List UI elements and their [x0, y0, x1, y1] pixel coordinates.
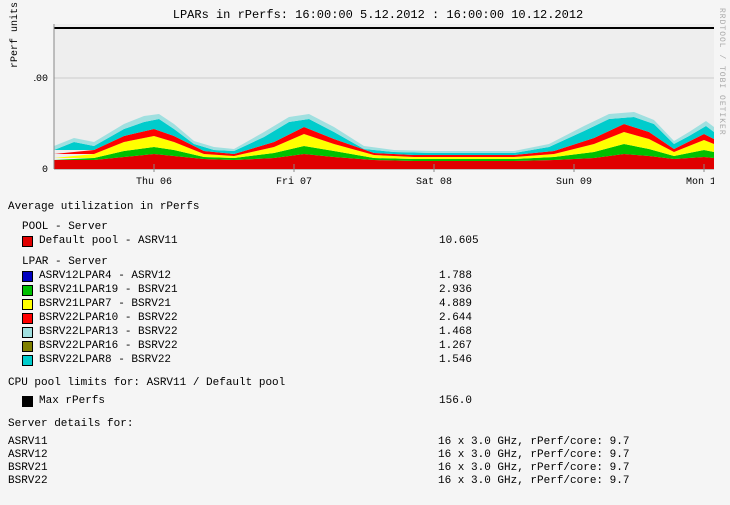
watermark: RRDTOOL / TOBI OETIKER: [717, 8, 726, 136]
server-row: ASRV1116 x 3.0 GHz, rPerf/core: 9.7: [8, 436, 722, 448]
legend-swatch: [22, 341, 33, 352]
lpar-row: BSRV21LPAR7 - BSRV214.889: [22, 298, 722, 311]
x-tick: Sat 08: [416, 177, 452, 188]
legend-value: 1.267: [439, 340, 519, 353]
server-name: BSRV21: [8, 462, 438, 474]
avg-util-header: Average utilization in rPerfs: [8, 201, 722, 213]
y-axis-label: rPerf units: [10, 2, 21, 68]
legend-label: Default pool - ASRV11: [39, 235, 439, 248]
chart-plot: 0 100 Thu 06 Fri 07 Sat 08 Sun 09 Mon 10: [34, 24, 714, 189]
y-tick: 0: [42, 165, 48, 176]
legend-swatch: [22, 271, 33, 282]
legend-value: 4.889: [439, 298, 519, 311]
lpar-row: BSRV22LPAR10 - BSRV222.644: [22, 312, 722, 325]
server-row: ASRV1216 x 3.0 GHz, rPerf/core: 9.7: [8, 449, 722, 461]
legend-value: 1.788: [439, 270, 519, 283]
legend-swatch: [22, 236, 33, 247]
legend-swatch: [22, 396, 33, 407]
legend-label: Max rPerfs: [39, 395, 439, 408]
legend-label: BSRV22LPAR10 - BSRV22: [39, 312, 439, 325]
legend-value: 2.644: [439, 312, 519, 325]
server-row: BSRV2216 x 3.0 GHz, rPerf/core: 9.7: [8, 475, 722, 487]
lpar-row: BSRV22LPAR8 - BSRV221.546: [22, 354, 722, 367]
legend-label: BSRV22LPAR8 - BSRV22: [39, 354, 439, 367]
y-tick: 100: [34, 74, 48, 85]
server-spec: 16 x 3.0 GHz, rPerf/core: 9.7: [438, 449, 629, 461]
legend-swatch: [22, 327, 33, 338]
lpar-row: BSRV22LPAR16 - BSRV221.267: [22, 340, 722, 353]
legend-value: 1.468: [439, 326, 519, 339]
server-spec: 16 x 3.0 GHz, rPerf/core: 9.7: [438, 436, 629, 448]
legend-swatch: [22, 355, 33, 366]
legend-label: BSRV21LPAR19 - BSRV21: [39, 284, 439, 297]
legend-value: 2.936: [439, 284, 519, 297]
legend-label: ASRV12LPAR4 - ASRV12: [39, 270, 439, 283]
server-name: BSRV22: [8, 475, 438, 487]
legend-label: BSRV21LPAR7 - BSRV21: [39, 298, 439, 311]
chart-title: LPARs in rPerfs: 16:00:00 5.12.2012 : 16…: [34, 8, 722, 22]
server-spec: 16 x 3.0 GHz, rPerf/core: 9.7: [438, 475, 629, 487]
pool-header: POOL - Server: [22, 221, 722, 233]
lpar-header: LPAR - Server: [22, 256, 722, 268]
lpar-row: ASRV12LPAR4 - ASRV121.788: [22, 270, 722, 283]
x-tick: Sun 09: [556, 177, 592, 188]
cpu-pool-header: CPU pool limits for: ASRV11 / Default po…: [8, 377, 722, 389]
server-details-header: Server details for:: [8, 418, 722, 430]
pool-row: Default pool - ASRV1110.605: [22, 235, 722, 248]
server-name: ASRV12: [8, 449, 438, 461]
x-tick: Fri 07: [276, 176, 312, 188]
legend-swatch: [22, 285, 33, 296]
legend-value: 156.0: [439, 395, 519, 408]
server-name: ASRV11: [8, 436, 438, 448]
x-tick: Thu 06: [136, 176, 172, 188]
chart-container: LPARs in rPerfs: 16:00:00 5.12.2012 : 16…: [34, 8, 722, 189]
legend-swatch: [22, 299, 33, 310]
legend-swatch: [22, 313, 33, 324]
cpu-pool-row: Max rPerfs156.0: [22, 395, 722, 408]
lpar-row: BSRV22LPAR13 - BSRV221.468: [22, 326, 722, 339]
legend-value: 10.605: [439, 235, 519, 248]
legend-label: BSRV22LPAR13 - BSRV22: [39, 326, 439, 339]
legend-label: BSRV22LPAR16 - BSRV22: [39, 340, 439, 353]
lpar-row: BSRV21LPAR19 - BSRV212.936: [22, 284, 722, 297]
server-spec: 16 x 3.0 GHz, rPerf/core: 9.7: [438, 462, 629, 474]
legend-value: 1.546: [439, 354, 519, 367]
server-row: BSRV2116 x 3.0 GHz, rPerf/core: 9.7: [8, 462, 722, 474]
x-tick: Mon 10: [686, 177, 714, 188]
